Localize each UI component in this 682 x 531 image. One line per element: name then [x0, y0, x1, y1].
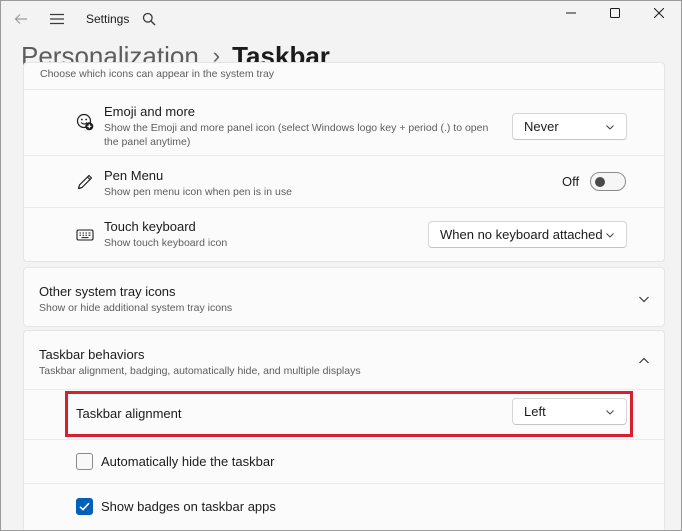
- autohide-label: Automatically hide the taskbar: [101, 454, 275, 469]
- touch-keyboard-row: Touch keyboard Show touch keyboard icon …: [24, 207, 664, 261]
- back-arrow-icon[interactable]: [11, 9, 31, 29]
- chevron-down-icon: [606, 125, 614, 130]
- pen-menu-title: Pen Menu: [104, 168, 164, 183]
- autohide-checkbox[interactable]: [76, 453, 93, 470]
- chevron-up-icon[interactable]: [637, 354, 651, 368]
- taskbar-alignment-dropdown[interactable]: Left: [512, 398, 627, 425]
- taskbar-behaviors-title: Taskbar behaviors: [39, 347, 145, 362]
- pen-menu-desc: Show pen menu icon when pen is in use: [104, 186, 292, 198]
- hamburger-menu-icon[interactable]: [47, 9, 67, 29]
- taskbar-alignment-row: Taskbar alignment Left: [24, 389, 664, 439]
- touch-keyboard-dropdown-value: When no keyboard attached: [440, 227, 603, 242]
- toggle-knob: [595, 177, 605, 187]
- pen-icon: [76, 173, 94, 191]
- keyboard-icon: [76, 226, 94, 244]
- other-tray-desc: Show or hide additional system tray icon…: [39, 302, 233, 314]
- system-tray-desc: Choose which icons can appear in the sys…: [40, 68, 275, 80]
- emoji-desc: Show the Emoji and more panel icon (sele…: [104, 122, 489, 148]
- system-tray-icons-card: Choose which icons can appear in the sys…: [23, 62, 665, 262]
- settings-window: Settings Personalization › Taskbar Choos…: [0, 0, 682, 531]
- chevron-down-icon: [606, 233, 614, 238]
- checkmark-icon: [79, 502, 90, 511]
- autohide-row: Automatically hide the taskbar: [24, 439, 664, 483]
- pen-menu-toggle[interactable]: [590, 172, 626, 191]
- taskbar-alignment-label: Taskbar alignment: [76, 406, 182, 421]
- close-button[interactable]: [637, 1, 681, 25]
- taskbar-alignment-value: Left: [524, 404, 546, 419]
- chevron-down-icon[interactable]: [637, 292, 651, 306]
- taskbar-behaviors-card: Taskbar behaviors Taskbar alignment, bad…: [23, 330, 665, 530]
- badges-label: Show badges on taskbar apps: [101, 499, 276, 514]
- touch-keyboard-desc: Show touch keyboard icon: [104, 237, 228, 249]
- emoji-icon: [76, 113, 94, 131]
- other-system-tray-icons-card[interactable]: Other system tray icons Show or hide add…: [23, 267, 665, 327]
- pen-menu-toggle-state: Off: [562, 174, 580, 189]
- minimize-button[interactable]: [549, 1, 593, 25]
- taskbar-behaviors-desc: Taskbar alignment, badging, automaticall…: [39, 365, 361, 377]
- badges-row: Show badges on taskbar apps: [24, 483, 664, 530]
- taskbar-behaviors-header[interactable]: Taskbar behaviors Taskbar alignment, bad…: [24, 331, 664, 389]
- emoji-title: Emoji and more: [104, 104, 196, 119]
- emoji-dropdown[interactable]: Never: [512, 113, 627, 140]
- app-title: Settings: [86, 12, 130, 26]
- emoji-row: Emoji and more Show the Emoji and more p…: [24, 89, 664, 155]
- chevron-down-icon: [606, 410, 614, 415]
- pen-menu-row: Pen Menu Show pen menu icon when pen is …: [24, 155, 664, 207]
- other-tray-title: Other system tray icons: [39, 284, 176, 299]
- emoji-dropdown-value: Never: [524, 119, 559, 134]
- touch-keyboard-title: Touch keyboard: [104, 219, 196, 234]
- touch-keyboard-dropdown[interactable]: When no keyboard attached: [428, 221, 627, 248]
- badges-checkbox[interactable]: [76, 498, 93, 515]
- search-icon[interactable]: [139, 9, 159, 29]
- title-bar: Settings: [1, 1, 681, 37]
- maximize-button[interactable]: [593, 1, 637, 25]
